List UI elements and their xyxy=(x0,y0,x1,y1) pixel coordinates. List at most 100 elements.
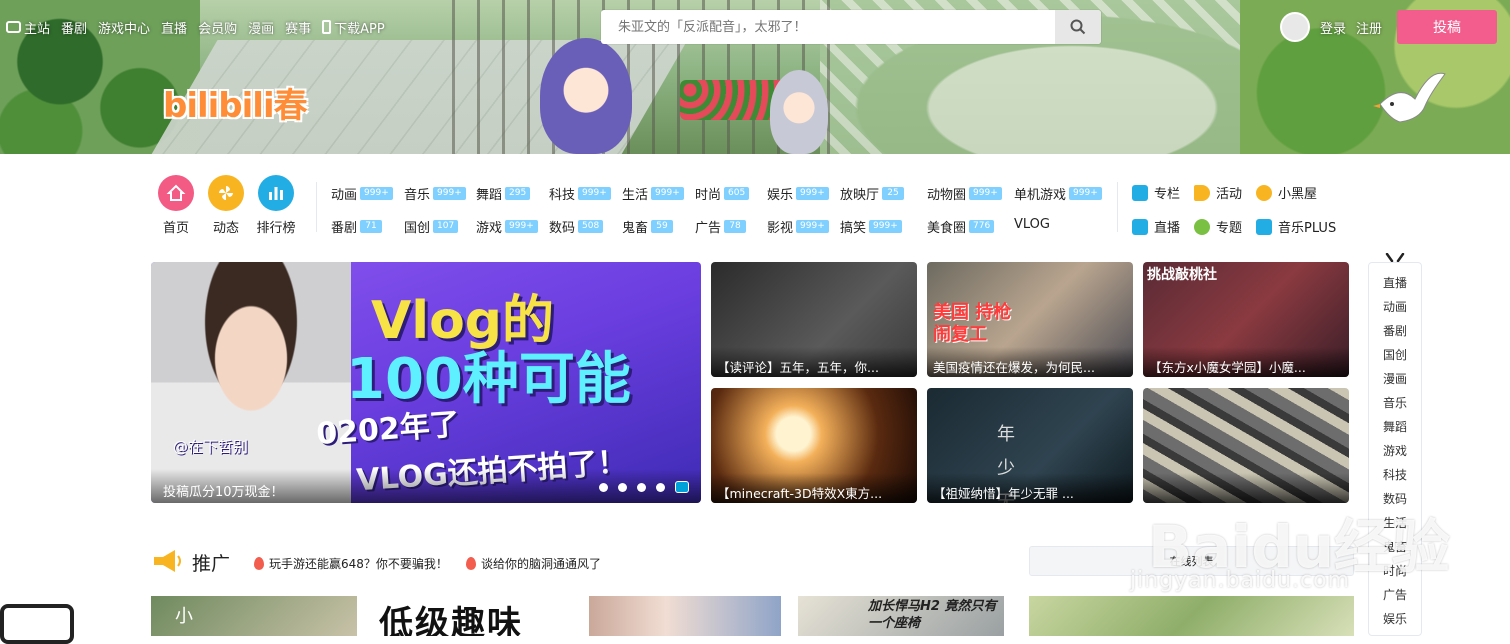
category-link[interactable]: 数码 508 xyxy=(549,217,604,236)
register-link[interactable]: 注册 xyxy=(1356,18,1382,37)
sidenav-item[interactable]: 直播 xyxy=(1369,271,1421,295)
video-tile-overlay-text: 美国 持枪闹复工 xyxy=(933,302,1012,345)
phone-icon xyxy=(322,20,332,34)
sidenav-item[interactable]: 音乐 xyxy=(1369,391,1421,415)
promo-card[interactable]: 低级趣味 xyxy=(369,596,575,636)
category-link[interactable]: 动画 999+ xyxy=(331,184,393,203)
category-link[interactable]: 游戏 999+ xyxy=(476,217,538,236)
category-count-badge: 605 xyxy=(724,187,750,200)
sidenav-item[interactable]: 游戏 xyxy=(1369,439,1421,463)
topnav-home[interactable]: 主站 xyxy=(6,18,50,37)
topnav-live[interactable]: 直播 xyxy=(161,18,187,37)
category-link[interactable]: 广告 78 xyxy=(695,217,747,236)
carousel-dot[interactable] xyxy=(637,482,646,492)
side-link-music-plus[interactable]: 音乐PLUS xyxy=(1256,217,1336,236)
category-link[interactable]: 音乐 999+ xyxy=(404,184,466,203)
sidenav-item[interactable]: 舞蹈 xyxy=(1369,415,1421,439)
carousel-dot-active-tv-icon[interactable] xyxy=(675,481,689,493)
promo-link-text: 谈给你的脑洞通通风了 xyxy=(481,557,602,571)
promo-link[interactable]: 谈给你的脑洞通通风了 xyxy=(466,555,601,572)
promo-card[interactable]: 小 xyxy=(151,596,357,636)
promo-link[interactable]: 玩手游还能赢648？你不要骗我！ xyxy=(254,555,448,572)
sidenav-item[interactable]: 科技 xyxy=(1369,463,1421,487)
category-link[interactable]: 科技 999+ xyxy=(549,184,611,203)
topnav-download-app[interactable]: 下载APP xyxy=(322,18,385,37)
category-label: 搞笑 xyxy=(840,221,867,236)
category-link[interactable]: 搞笑 999+ xyxy=(840,217,902,236)
pinwheel-icon xyxy=(208,175,244,211)
side-link-activity[interactable]: 活动 xyxy=(1194,183,1242,202)
category-link[interactable]: 国创 107 xyxy=(404,217,459,236)
sidenav-item[interactable]: 漫画 xyxy=(1369,367,1421,391)
category-label: 番剧 xyxy=(331,221,358,236)
topnav-member-shop[interactable]: 会员购 xyxy=(198,18,237,37)
category-link[interactable]: 动物圈 999+ xyxy=(927,184,1002,203)
side-link-topic[interactable]: 专题 xyxy=(1194,217,1242,236)
topnav-bangumi[interactable]: 番剧 xyxy=(61,18,87,37)
channel-ranking-label: 排行榜 xyxy=(256,221,296,236)
carousel-handle: @在下哲别 xyxy=(173,438,249,456)
side-link-label: 音乐PLUS xyxy=(1278,221,1337,236)
video-tile[interactable]: 挑战敲桃社 【东方x小魔女学园】小魔... xyxy=(1143,262,1349,377)
sidenav-item[interactable]: 娱乐 xyxy=(1369,607,1421,631)
category-link[interactable]: 番剧 71 xyxy=(331,217,383,236)
category-link[interactable]: 鬼畜 59 xyxy=(622,217,674,236)
video-tile-title: 美国疫情还在爆发，为何民... xyxy=(927,347,1133,377)
video-tile[interactable]: 年 少 无 罪 【祖娅纳惜】年少无罪 ... xyxy=(927,388,1133,503)
megaphone-icon xyxy=(154,550,181,572)
side-link-column[interactable]: 专栏 xyxy=(1132,183,1180,202)
music-icon xyxy=(1256,218,1272,235)
sidenav-item[interactable]: 广告 xyxy=(1369,583,1421,607)
channel-dynamic[interactable]: 动态 xyxy=(201,175,251,236)
scales-icon xyxy=(1256,184,1272,201)
topnav-download-label: 下载APP xyxy=(334,21,385,37)
channel-home[interactable]: 首页 xyxy=(151,175,201,236)
topnav-esports[interactable]: 赛事 xyxy=(285,18,311,37)
promo-card[interactable] xyxy=(589,596,781,636)
search-button[interactable] xyxy=(1055,10,1101,44)
chat-icon xyxy=(1194,218,1210,235)
category-count-badge: 107 xyxy=(433,220,459,233)
side-link-live[interactable]: 直播 xyxy=(1132,217,1180,236)
dove-icon xyxy=(1373,72,1446,123)
category-link[interactable]: 时尚 605 xyxy=(695,184,750,203)
bilibili-tv-mascot-icon[interactable] xyxy=(0,604,74,644)
category-link[interactable]: 影视 999+ xyxy=(767,217,829,236)
login-link[interactable]: 登录 xyxy=(1320,18,1346,37)
topnav-game-center[interactable]: 游戏中心 xyxy=(98,18,150,37)
promo-card[interactable]: 加长悍马H2 竟然只有一个座椅 xyxy=(798,596,1004,636)
search-input[interactable] xyxy=(601,10,1055,44)
side-link-blackroom[interactable]: 小黑屋 xyxy=(1256,183,1317,202)
video-tile[interactable]: 【读评论】五年，五年，你... xyxy=(711,262,917,377)
sidenav-item[interactable]: 番剧 xyxy=(1369,319,1421,343)
carousel-headline-3: 0202年了 xyxy=(315,407,461,452)
sidenav-item[interactable]: 动画 xyxy=(1369,295,1421,319)
category-link[interactable]: 放映厅 25 xyxy=(840,184,905,203)
topnav-manga[interactable]: 漫画 xyxy=(248,18,274,37)
carousel-dot[interactable] xyxy=(618,482,627,492)
video-tile[interactable]: 【minecraft-3D特效X東方... xyxy=(711,388,917,503)
category-label: 美食圈 xyxy=(927,221,967,236)
carousel-dot[interactable] xyxy=(599,482,608,492)
promo-card[interactable] xyxy=(1029,596,1354,636)
category-link[interactable]: 娱乐 999+ xyxy=(767,184,829,203)
category-count-badge: 78 xyxy=(724,220,747,233)
video-tile[interactable]: 美国 持枪闹复工 美国疫情还在爆发，为何民... xyxy=(927,262,1133,377)
category-link[interactable]: VLOG xyxy=(1014,217,1050,232)
category-link[interactable]: 舞蹈 295 xyxy=(476,184,531,203)
category-link[interactable]: 单机游戏 999+ xyxy=(1014,184,1102,203)
banner-carousel[interactable]: Vlog的 100种可能 0202年了 VLOG还拍不拍了！ @在下哲别 投稿瓜… xyxy=(151,262,701,503)
category-count-badge: 999+ xyxy=(651,187,684,200)
channel-ranking[interactable]: 排行榜 xyxy=(251,175,301,236)
sidenav-item[interactable]: 国创 xyxy=(1369,343,1421,367)
channel-home-label: 首页 xyxy=(162,221,189,236)
divider xyxy=(1117,182,1118,232)
upload-button[interactable]: 投稿 xyxy=(1397,10,1497,44)
avatar[interactable] xyxy=(1280,12,1310,42)
carousel-dot[interactable] xyxy=(656,482,665,492)
side-link-label: 直播 xyxy=(1154,221,1181,236)
category-link[interactable]: 美食圈 776 xyxy=(927,217,995,236)
video-tile-blurred[interactable] xyxy=(1143,388,1349,503)
category-link[interactable]: 生活 999+ xyxy=(622,184,684,203)
bilibili-logo[interactable]: bilibili春 xyxy=(163,78,308,127)
